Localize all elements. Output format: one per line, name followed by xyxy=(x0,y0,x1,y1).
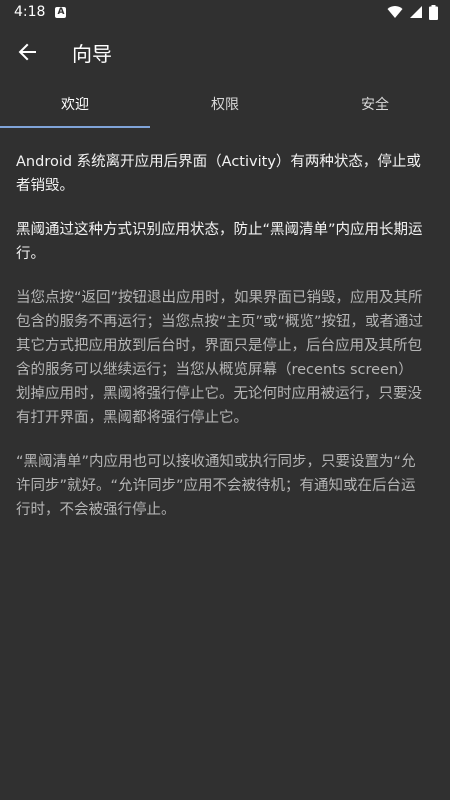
tab-security[interactable]: 安全 xyxy=(300,80,450,128)
tab-bar: 欢迎 权限 安全 xyxy=(0,80,450,128)
status-bar: 4:18 A xyxy=(0,0,450,24)
sync-paragraph: “黑阈清单”内应用也可以接收通知或执行同步，只要设置为“允许同步”就好。“允许同… xyxy=(16,454,416,518)
wifi-icon xyxy=(387,6,403,19)
welcome-content: Android 系统离开应用后界面（Activity）有两种状态，停止或者销毁。… xyxy=(16,150,426,542)
notification-icon: A xyxy=(55,6,67,18)
purpose-paragraph: 黑阈通过这种方式识别应用状态，防止“黑阈清单”内应用长期运行。 xyxy=(16,222,423,262)
status-icons xyxy=(387,4,438,20)
app-title: 向导 xyxy=(72,41,112,66)
arrow-left-icon xyxy=(18,43,36,61)
tab-label: 权限 xyxy=(211,97,239,113)
app-bar: 向导 xyxy=(0,24,450,80)
tab-label: 欢迎 xyxy=(61,97,89,113)
tab-permissions[interactable]: 权限 xyxy=(150,80,300,128)
intro-paragraph: Android 系统离开应用后界面（Activity）有两种状态，停止或者销毁。 xyxy=(16,154,421,194)
signal-icon xyxy=(410,6,422,18)
tab-welcome[interactable]: 欢迎 xyxy=(0,80,150,128)
status-left: 4:18 A xyxy=(14,4,67,20)
tab-label: 安全 xyxy=(361,97,389,113)
details-paragraph: 当您点按“返回”按钮退出应用时，如果界面已销毁，应用及其所包含的服务不再运行；当… xyxy=(16,290,424,426)
status-time: 4:18 xyxy=(14,4,46,20)
back-button[interactable] xyxy=(0,24,56,80)
battery-icon xyxy=(429,4,438,20)
